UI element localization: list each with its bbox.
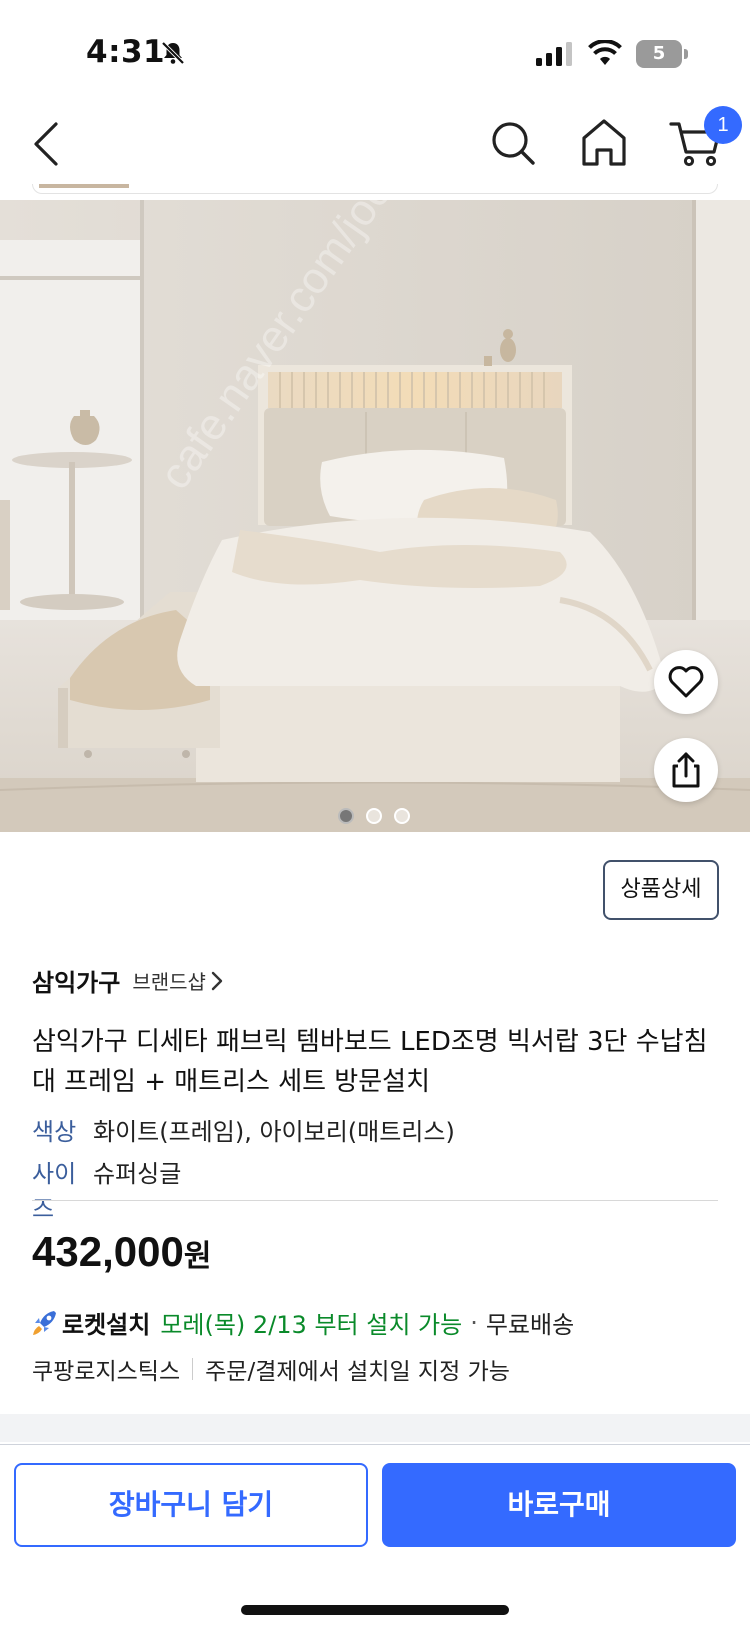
signal-icon bbox=[536, 42, 572, 66]
product-detail-button[interactable]: 상품상세 bbox=[603, 860, 719, 920]
cart-count-badge: 1 bbox=[704, 106, 742, 144]
install-schedule-note: 주문/결제에서 설치일 지정 가능 bbox=[205, 1359, 510, 1385]
home-icon[interactable] bbox=[578, 116, 630, 170]
search-icon[interactable] bbox=[488, 116, 538, 170]
option-color-value: 화이트(프레임), 아이보리(매트리스) bbox=[93, 1118, 455, 1146]
carousel-dot[interactable] bbox=[394, 808, 410, 824]
brand-name[interactable]: 삼익가구 bbox=[32, 963, 120, 998]
top-nav bbox=[0, 100, 750, 196]
rocket-icon bbox=[33, 1310, 56, 1335]
section-divider bbox=[0, 1414, 750, 1442]
rocket-install-badge: 로켓설치 bbox=[62, 1311, 151, 1339]
share-button[interactable] bbox=[654, 738, 718, 802]
product-image-carousel[interactable]: cafe.naver.com/joonggonara bbox=[0, 200, 750, 832]
share-icon bbox=[672, 752, 700, 788]
logistics-provider: 쿠팡로지스틱스 bbox=[32, 1359, 181, 1385]
battery-level: 5 bbox=[636, 40, 682, 68]
price-amount: 432,000 bbox=[32, 1228, 184, 1275]
collapsed-thumbnail-strip bbox=[32, 184, 718, 194]
arrival-date: 모레(목) 2/13 부터 설치 가능 bbox=[160, 1311, 463, 1339]
delivery-info: 로켓설치 모레(목) 2/13 부터 설치 가능 · 무료배송 bbox=[32, 1305, 574, 1340]
bell-slash-icon bbox=[161, 41, 185, 65]
separator-dot: · bbox=[470, 1308, 478, 1337]
bottom-action-bar: 장바구니 담기 바로구매 bbox=[0, 1444, 750, 1626]
product-photo bbox=[0, 200, 750, 832]
product-title: 삼익가구 디세타 패브릭 템바보드 LED조명 빅서랍 3단 수납침대 프레임 … bbox=[32, 1027, 708, 1097]
option-size-value: 슈퍼싱글 bbox=[93, 1160, 182, 1188]
home-indicator[interactable] bbox=[241, 1605, 509, 1615]
back-arrow-icon[interactable] bbox=[24, 118, 72, 170]
price: 432,000원 bbox=[32, 1228, 211, 1276]
carousel-dots bbox=[338, 808, 410, 826]
carousel-dot[interactable] bbox=[338, 808, 354, 824]
option-color: 색상 화이트(프레임), 아이보리(매트리스) bbox=[32, 1112, 455, 1147]
carousel-dot[interactable] bbox=[366, 808, 382, 824]
status-bar: 4:31 5 bbox=[0, 0, 750, 100]
free-shipping: 무료배송 bbox=[485, 1311, 575, 1339]
status-time: 4:31 bbox=[86, 34, 166, 70]
logistics-info: 쿠팡로지스틱스 주문/결제에서 설치일 지정 가능 bbox=[32, 1352, 510, 1386]
divider bbox=[32, 1200, 718, 1201]
brand-shop-link[interactable]: 브랜드샵 bbox=[132, 966, 206, 995]
wifi-icon bbox=[588, 40, 622, 65]
separator bbox=[192, 1358, 194, 1380]
chevron-right-icon bbox=[211, 971, 223, 990]
brand-row[interactable]: 삼익가구 브랜드샵 bbox=[32, 963, 224, 998]
option-size: 사이즈 슈퍼싱글 bbox=[32, 1154, 181, 1224]
heart-icon bbox=[668, 666, 704, 698]
battery-icon: 5 bbox=[636, 40, 688, 68]
wishlist-button[interactable] bbox=[654, 650, 718, 714]
price-unit: 원 bbox=[183, 1239, 212, 1274]
buy-now-button[interactable]: 바로구매 bbox=[382, 1463, 736, 1547]
option-size-label: 사이즈 bbox=[32, 1160, 77, 1223]
option-color-label: 색상 bbox=[32, 1118, 77, 1146]
add-to-cart-button[interactable]: 장바구니 담기 bbox=[14, 1463, 368, 1547]
